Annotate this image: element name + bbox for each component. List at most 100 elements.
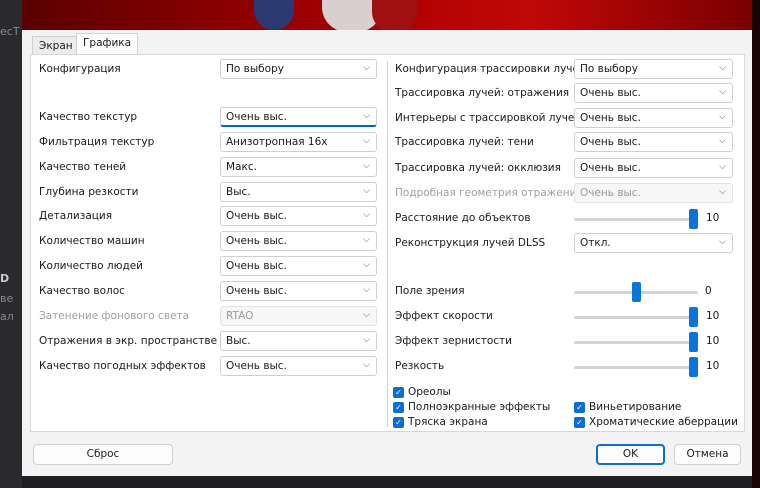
background-app [0, 0, 22, 488]
setting-select[interactable]: Откл. ⌵ [574, 233, 733, 253]
cancel-button[interactable]: Отмена [674, 444, 741, 465]
setting-select[interactable]: Анизотропная 16x ⌵ [220, 132, 377, 152]
checkmark-icon[interactable]: ✓ [574, 401, 585, 413]
setting-label: Качество погодных эффектов [39, 360, 206, 372]
setting-select: Очень выс. ⌵ [574, 183, 733, 203]
setting-select[interactable]: Выс. ⌵ [220, 182, 377, 202]
setting-label: Качество теней [39, 161, 127, 173]
setting-select[interactable]: По выбору ⌵ [574, 59, 733, 79]
checkmark-icon[interactable]: ✓ [393, 416, 404, 428]
checkbox-0[interactable]: ✓ Ореолы [393, 386, 451, 398]
setting-label: Отражения в экр. пространстве [39, 335, 218, 347]
setting-label: Затенение фонового света [39, 310, 190, 322]
chevron-down-icon: ⌵ [719, 112, 726, 122]
slider-label: Эффект зернистости [395, 335, 512, 347]
setting-label: Конфигурация трассировки лучей [395, 63, 586, 75]
checkbox-3[interactable]: ✓ Тряска экрана [393, 416, 488, 428]
setting-select[interactable]: Очень выс. ⌵ [220, 206, 377, 226]
slider-thumb[interactable] [689, 357, 698, 377]
setting-label: Интерьеры с трассировкой лучей [395, 112, 582, 124]
chevron-down-icon: ⌵ [363, 111, 370, 121]
select-value: Очень выс. [226, 360, 287, 372]
setting-label: Реконструкция лучей DLSS [395, 237, 546, 249]
setting-label: Качество волос [39, 285, 125, 297]
slider-value: 10 [706, 310, 720, 322]
setting-select[interactable]: Очень выс. ⌵ [220, 256, 377, 276]
checkbox-4[interactable]: ✓ Хроматические аберрации [574, 416, 738, 428]
setting-label: Качество текстур [39, 111, 138, 123]
tab-graphics[interactable]: Графика [76, 33, 139, 55]
checkbox-2[interactable]: ✓ Виньетирование [574, 401, 681, 413]
select-value: Очень выс. [580, 136, 641, 148]
setting-select[interactable]: Выс. ⌵ [220, 331, 377, 351]
slider-value: 10 [706, 212, 720, 224]
background-text: ве [0, 292, 14, 305]
checkbox-label: Виньетирование [589, 401, 682, 413]
checkbox-label: Тряска экрана [408, 416, 488, 428]
setting-label: Трассировка лучей: отражения [395, 87, 570, 99]
chevron-down-icon: ⌵ [719, 87, 726, 97]
ok-button[interactable]: OK [596, 444, 665, 465]
checkbox-1[interactable]: ✓ Полноэкранные эффекты [393, 401, 550, 413]
setting-label: Количество машин [39, 235, 145, 247]
select-value: По выбору [226, 63, 284, 75]
column-divider [387, 61, 388, 427]
setting-select[interactable]: Очень выс. ⌵ [220, 281, 377, 301]
setting-select[interactable]: Очень выс. ⌵ [220, 107, 377, 127]
slider-label: Расстояние до объектов [395, 212, 531, 224]
slider-thumb[interactable] [689, 209, 698, 229]
slider-track[interactable] [574, 218, 698, 221]
tab-screen[interactable]: Экран [32, 36, 80, 54]
checkmark-icon[interactable]: ✓ [393, 401, 404, 413]
chevron-down-icon: ⌵ [363, 161, 370, 171]
chevron-down-icon: ⌵ [363, 235, 370, 245]
slider-thumb[interactable] [631, 282, 641, 302]
chevron-down-icon: ⌵ [719, 136, 726, 146]
setting-select[interactable]: Очень выс. ⌵ [574, 83, 733, 103]
setting-label: Фильтрация текстур [39, 136, 155, 148]
chevron-down-icon: ⌵ [719, 237, 726, 247]
setting-select[interactable]: Очень выс. ⌵ [220, 356, 377, 376]
slider-value: 10 [706, 360, 720, 372]
chevron-down-icon: ⌵ [719, 63, 726, 73]
slider-value: 10 [706, 335, 720, 347]
select-value: Очень выс. [226, 235, 287, 247]
checkmark-icon[interactable]: ✓ [574, 416, 585, 428]
setting-label: Конфигурация [39, 63, 121, 75]
checkbox-label: Ореолы [408, 386, 451, 398]
setting-select[interactable]: Очень выс. ⌵ [220, 231, 377, 251]
game-banner-image [22, 0, 752, 32]
chevron-down-icon: ⌵ [363, 63, 370, 73]
select-value: Очень выс. [226, 285, 287, 297]
slider-label: Эффект скорости [395, 310, 493, 322]
select-value: Выс. [226, 335, 251, 347]
setting-select: RTAO ⌵ [220, 306, 377, 326]
slider-track[interactable] [574, 341, 698, 344]
select-value: Анизотропная 16x [226, 136, 328, 148]
background-text: D [0, 272, 10, 285]
select-value: Очень выс. [580, 87, 641, 99]
chevron-down-icon: ⌵ [719, 187, 726, 197]
slider-value: 0 [705, 285, 712, 297]
chevron-down-icon: ⌵ [363, 360, 370, 370]
slider-thumb[interactable] [689, 332, 698, 352]
setting-select[interactable]: Макс. ⌵ [220, 157, 377, 177]
setting-select[interactable]: По выбору ⌵ [220, 59, 377, 79]
select-value: Очень выс. [580, 162, 641, 174]
setting-select[interactable]: Очень выс. ⌵ [574, 108, 733, 128]
select-value: Очень выс. [226, 210, 287, 222]
slider-thumb[interactable] [689, 307, 698, 327]
checkmark-icon[interactable]: ✓ [393, 386, 404, 398]
select-value: Макс. [226, 161, 257, 173]
checkbox-label: Полноэкранные эффекты [408, 401, 551, 413]
reset-button[interactable]: Сброс [33, 444, 173, 465]
slider-track[interactable] [574, 366, 698, 369]
background-text: ал [0, 310, 14, 323]
chevron-down-icon: ⌵ [363, 285, 370, 295]
setting-select[interactable]: Очень выс. ⌵ [574, 132, 733, 152]
select-value: Очень выс. [226, 111, 287, 123]
slider-track[interactable] [574, 316, 698, 319]
background-text: ecT [0, 25, 20, 38]
select-value: RTAO [226, 310, 254, 322]
setting-select[interactable]: Очень выс. ⌵ [574, 158, 733, 178]
